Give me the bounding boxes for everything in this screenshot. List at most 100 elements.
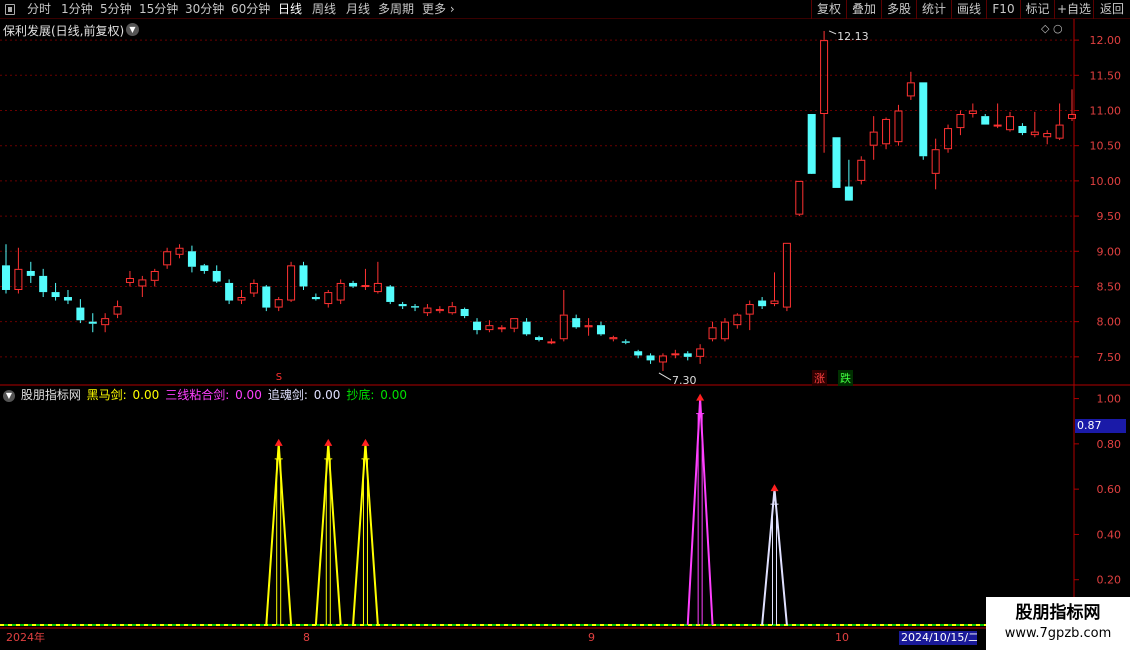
y-tick-label: 0.60: [1097, 483, 1122, 496]
candle-body: [919, 82, 928, 157]
candle-body: [249, 282, 258, 294]
chevron-down-icon[interactable]: ▼: [3, 390, 15, 402]
candle-body: [720, 321, 729, 340]
up-tag[interactable]: 涨: [812, 370, 827, 386]
home-icon[interactable]: [5, 4, 15, 15]
candle-body: [287, 265, 296, 301]
signal-spike: [314, 443, 342, 626]
signal-spike: [686, 398, 714, 626]
signal-spike: [352, 443, 379, 626]
candle-body: [584, 325, 593, 328]
candle-body: [857, 159, 866, 181]
candle-body: [225, 282, 234, 301]
candle-body: [76, 307, 85, 321]
circle-icon[interactable]: ○: [1053, 22, 1063, 35]
candle-body: [596, 325, 605, 335]
indicator-series-value: 0.00: [132, 388, 160, 402]
candle-body: [262, 286, 271, 308]
candle-body: [200, 265, 209, 271]
watermark-url: www.7gpzb.com: [1004, 626, 1112, 641]
toolbar-button[interactable]: 复权: [811, 0, 846, 19]
candle-body: [324, 292, 333, 305]
period-tab[interactable]: 60分钟: [231, 2, 270, 17]
candle-body: [634, 351, 643, 356]
candle-body: [646, 355, 655, 361]
y-tick-label: 10.00: [1090, 175, 1122, 188]
current-value-badge: 0.87: [1075, 419, 1126, 433]
diamond-icon[interactable]: ◇: [1041, 22, 1049, 35]
signal-arrow: [324, 438, 333, 446]
toolbar-button[interactable]: +自选: [1054, 0, 1093, 19]
y-tick-label: 9.00: [1097, 245, 1122, 258]
candle-body: [51, 292, 60, 298]
indicator-series-value: 0.00: [380, 388, 407, 402]
period-tab[interactable]: 日线: [278, 2, 302, 17]
period-tab[interactable]: 1分钟: [61, 2, 93, 17]
candle-body: [795, 180, 804, 215]
candle-body: [1043, 133, 1052, 138]
candle-body: [2, 265, 10, 290]
period-tab[interactable]: 多周期: [378, 2, 414, 17]
y-tick-label: 9.50: [1097, 210, 1122, 223]
period-tab[interactable]: 30分钟: [185, 2, 224, 17]
indicator-series-value: 0.00: [235, 388, 262, 402]
candle-body: [473, 321, 482, 331]
candle-body: [26, 270, 35, 276]
selected-date: 2024/10/15/二: [899, 631, 977, 645]
panel-tools[interactable]: ◇ ○: [1041, 22, 1063, 35]
candle-body: [398, 304, 407, 307]
toolbar-button[interactable]: 统计: [916, 0, 951, 19]
period-tab[interactable]: 5分钟: [100, 2, 132, 17]
candle-body: [138, 279, 147, 287]
candle-body: [386, 286, 395, 302]
y-tick-label: 7.50: [1097, 351, 1122, 364]
y-tick-label: 0.20: [1097, 574, 1122, 587]
chart-area: 7.50 8.00 8.50 9.00 9.50 10.00 10.50 11.00 11.50…: [0, 19, 1130, 631]
toolbar-button[interactable]: 多股: [881, 0, 916, 19]
indicator-name: 股朋指标网: [20, 388, 81, 402]
candle-body: [460, 308, 469, 317]
candle-body: [373, 282, 382, 293]
period-tab[interactable]: 周线: [312, 2, 336, 17]
candle-body: [683, 353, 692, 357]
candle-body: [1055, 124, 1064, 139]
indicator-series-label: 抄底:: [346, 388, 379, 402]
period-tab[interactable]: 更多 ›: [422, 2, 455, 17]
down-tag[interactable]: 跌: [838, 370, 853, 386]
candle-body: [882, 118, 891, 145]
y-tick-label: 11.50: [1090, 69, 1122, 82]
signal-arrow: [696, 393, 705, 401]
toolbar-button[interactable]: F10: [986, 0, 1020, 19]
candle-body: [88, 321, 97, 324]
period-tab[interactable]: 月线: [346, 2, 370, 17]
indicator-series-value: 0.00: [313, 388, 341, 402]
candle-body: [423, 307, 432, 314]
indicator-legend: ▼ 股朋指标网 黑马剑: 0.00 三线粘合剑: 0.00 追魂剑: 0.00 抄底:…: [3, 386, 415, 403]
candle-body: [150, 270, 159, 281]
year-label: 2024年: [6, 631, 45, 644]
candle-body: [621, 341, 630, 343]
candle-body: [125, 278, 134, 283]
candle-body: [212, 270, 221, 282]
toolbar-button[interactable]: 返回: [1093, 0, 1130, 19]
period-tab[interactable]: 15分钟: [139, 2, 178, 17]
candle-body: [894, 110, 903, 143]
chevron-down-icon[interactable]: ▼: [126, 23, 139, 36]
candle-body: [609, 337, 618, 340]
signal-spike: [265, 443, 293, 626]
candle-body: [956, 114, 965, 129]
toolbar-button[interactable]: 叠加: [846, 0, 881, 19]
candle-body: [820, 40, 829, 115]
y-tick-label: 10.50: [1090, 140, 1122, 153]
indicator-series-label: 黑马剑:: [86, 388, 131, 402]
candle-body: [906, 82, 915, 97]
toolbar-button[interactable]: 标记: [1020, 0, 1054, 19]
candle-body: [349, 282, 358, 287]
candle-body: [510, 318, 519, 329]
candle-body: [299, 265, 308, 287]
candle-body: [981, 116, 990, 125]
period-tab[interactable]: 分时: [27, 2, 51, 17]
watermark-logo: 股朋指标网 www.7gpzb.com: [986, 597, 1130, 650]
toolbar-button[interactable]: 画线: [951, 0, 986, 19]
indicator-series-label: 三线粘合剑:: [165, 388, 234, 402]
